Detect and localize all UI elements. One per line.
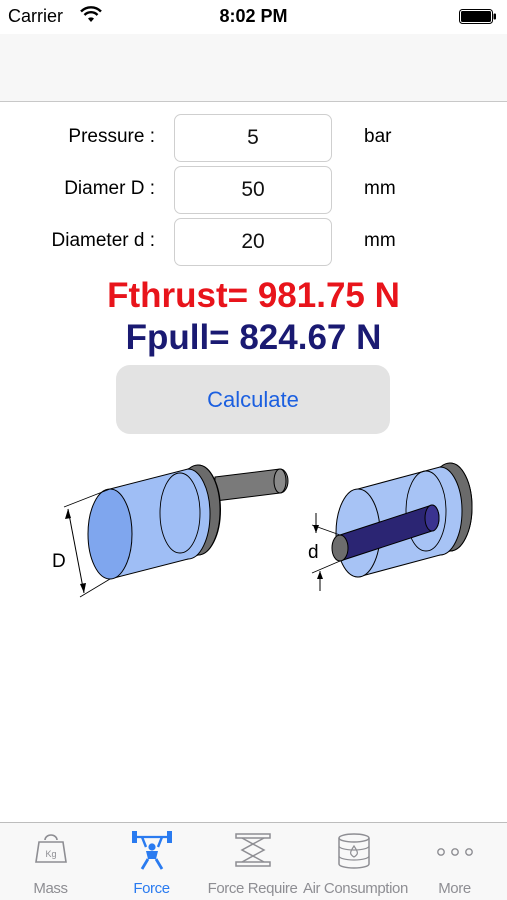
pull-result: Fpull= 824.67 N	[125, 318, 382, 357]
pressure-unit: bar	[364, 126, 392, 147]
diameter-d-row: Diameter d : mm	[0, 218, 507, 266]
tab-bar: Kg Mass Force Force Require Air Consumpt…	[0, 822, 507, 900]
more-dots-icon	[436, 848, 473, 856]
diameter-d-label: Diameter d :	[51, 230, 155, 251]
tab-force-label: Force	[133, 880, 170, 897]
kg-weight-icon: Kg	[34, 834, 67, 863]
tab-air-consumption-label: Air Consumption	[303, 880, 408, 897]
tab-force-require-label: Force Require	[207, 880, 298, 897]
thrust-cylinder-illustration	[63, 464, 289, 598]
diagram-D-label: D	[52, 551, 66, 572]
pressure-row: Pressure : bar	[0, 114, 507, 162]
diameter-D-label: Diamer D :	[64, 178, 155, 199]
tab-force-require[interactable]: Force Require	[202, 823, 303, 900]
diameter-D-row: Diamer D : mm	[0, 166, 507, 214]
status-bar: Carrier 8:02 PM	[0, 0, 507, 34]
tab-force[interactable]: Force	[101, 823, 202, 900]
diameter-d-input[interactable]	[174, 218, 332, 266]
tab-more-label: More	[438, 880, 471, 897]
diameter-D-input[interactable]	[174, 166, 332, 214]
navigation-bar	[0, 34, 507, 102]
diagram-d-label: d	[308, 542, 319, 563]
diameter-D-unit: mm	[364, 178, 396, 199]
cylinder-diagram: D d	[52, 462, 473, 598]
status-time: 8:02 PM	[219, 6, 288, 26]
tab-mass-label: Mass	[33, 880, 68, 897]
battery-icon	[459, 9, 496, 24]
kg-text: Kg	[45, 849, 56, 859]
pull-cylinder-illustration	[311, 462, 473, 591]
weightlifter-icon	[131, 831, 172, 870]
thrust-result: Fthrust= 981.75 N	[107, 276, 400, 315]
oil-barrel-icon	[337, 833, 370, 869]
tab-mass[interactable]: Kg Mass	[0, 823, 101, 900]
calculate-button[interactable]: Calculate	[116, 365, 390, 434]
scissor-lift-icon	[234, 833, 271, 867]
tab-air-consumption[interactable]: Air Consumption	[303, 823, 408, 900]
pressure-label: Pressure :	[68, 126, 155, 147]
tab-more[interactable]: More	[404, 823, 505, 900]
pressure-input[interactable]	[174, 114, 332, 162]
diameter-d-unit: mm	[364, 230, 396, 251]
